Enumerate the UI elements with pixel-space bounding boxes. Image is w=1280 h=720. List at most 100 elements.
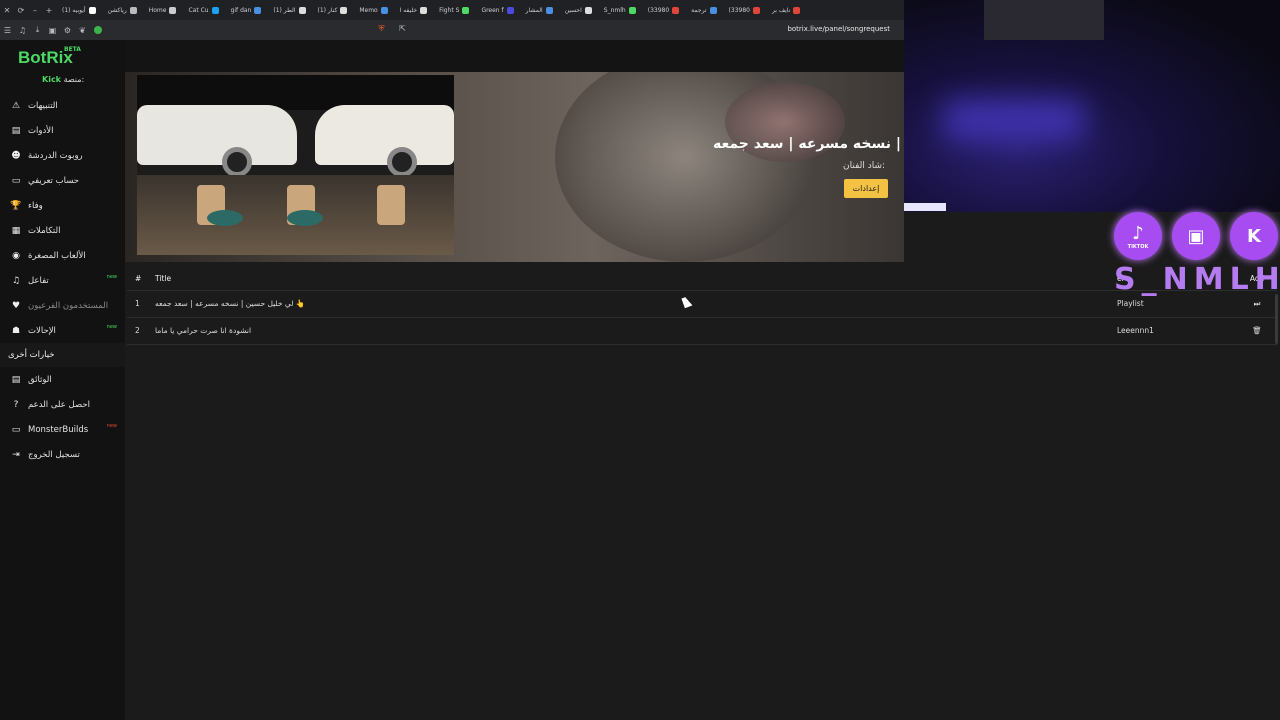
row-number: 2	[127, 317, 155, 345]
sidebar-item[interactable]: ☻ روبوت الدردشة	[0, 143, 125, 168]
help-icon: ?	[13, 399, 19, 410]
download-icon[interactable]: ⤓	[30, 25, 45, 35]
sidebar-item[interactable]: ☗ الإحالات new	[0, 318, 125, 343]
status-dot-icon	[94, 26, 102, 34]
cover-cushion	[287, 210, 323, 226]
sidebar-item-label: الإحالات	[28, 325, 56, 336]
platform-indicator: Kick منصة:	[42, 75, 84, 84]
settings-button[interactable]: إعدادات	[844, 179, 888, 198]
browser-tab[interactable]: Cat Cu	[182, 0, 224, 20]
sidebar-item[interactable]: ♥ المستخدمون الفرعيون	[0, 293, 125, 318]
browser-tab[interactable]: المشار	[520, 0, 559, 20]
sidebar-item[interactable]: ▭ حساب تعريفي	[0, 168, 125, 193]
browser-tab[interactable]: نايف بر	[766, 0, 806, 20]
browser-tab[interactable]: ترجمة	[685, 0, 722, 20]
sidebar-item-label: الألعاب المصغرة	[28, 250, 86, 261]
browser-tab[interactable]: Home	[143, 0, 183, 20]
menu-icon[interactable]: ☰	[0, 26, 15, 35]
robot-icon: ☻	[11, 150, 21, 161]
sidebar-item[interactable]: ♫ تفاعل new	[0, 268, 125, 293]
tab-favicon-icon	[129, 6, 137, 14]
sidebar-item[interactable]: ? احصل على الدعم	[0, 392, 125, 417]
new-tab-icon[interactable]: +	[42, 6, 56, 15]
browser-tab[interactable]: خليفه ا	[394, 0, 433, 20]
sidebar-item[interactable]: 🏆 وفاء	[0, 193, 125, 218]
sidebar-item-label: حساب تعريفي	[28, 175, 80, 186]
browser-tab[interactable]: (1) الطر	[267, 0, 311, 20]
browser-tab[interactable]: (33980	[723, 0, 766, 20]
sidebar-item-label: احصل على الدعم	[28, 399, 90, 410]
webcam-light	[904, 203, 946, 211]
share-icon[interactable]: ⇱	[395, 24, 410, 34]
browser-tab-label: (1) كنار	[317, 6, 338, 14]
tab-favicon-icon	[211, 6, 219, 14]
close-window-icon[interactable]: ✕	[0, 6, 14, 15]
browser-tab[interactable]: (33980	[642, 0, 685, 20]
sidebar-item[interactable]: ⇥ تسجيل الخروج	[0, 442, 125, 467]
tab-favicon-icon	[584, 6, 592, 14]
sidebar-item[interactable]: ▤ الأدوات	[0, 118, 125, 143]
sidebar-item-label: التنبيهات	[28, 100, 58, 111]
docs-icon: ▤	[11, 374, 21, 385]
browser-tab-label: رياكشن	[107, 6, 127, 14]
tab-favicon-icon	[793, 6, 801, 14]
browser-tab[interactable]: Green f	[475, 0, 519, 20]
cover-wheel	[222, 147, 252, 177]
sidebar-item[interactable]: ▭ MonsterBuilds new	[0, 417, 125, 442]
sidebar-item[interactable]: ⚠ التنبيهات	[0, 93, 125, 118]
column-header-number: #	[127, 268, 155, 291]
extension-icon[interactable]: ⚙	[60, 26, 75, 35]
browser-tab-label: أيوبيه (1)	[62, 6, 86, 14]
browser-tab-label: Memo	[359, 6, 378, 14]
browser-tab[interactable]: (1) كنار	[312, 0, 354, 20]
beta-badge: BETA	[64, 46, 81, 53]
song-title: لي خليل حسين | نسخه مسرعه | سعد جمعه 👆	[155, 290, 1117, 318]
sidebar-item[interactable]: ▤ الوثائق	[0, 367, 125, 392]
browser-tab[interactable]: Memo	[353, 0, 393, 20]
sidebar-item-label: وفاء	[28, 200, 43, 211]
browser-tab[interactable]: أيوبيه (1)	[56, 0, 102, 20]
tab-favicon-icon	[752, 6, 760, 14]
sidebar-item-label: MonsterBuilds	[28, 424, 89, 435]
browser-tab-label: نايف بر	[771, 6, 791, 14]
sidebar-item[interactable]: ▦ التكاملات	[0, 218, 125, 243]
tab-favicon-icon	[709, 6, 717, 14]
tab-favicon-icon	[506, 6, 514, 14]
browser-tab-label: (33980	[647, 6, 670, 14]
browser-tab-label: ترجمة	[691, 6, 707, 14]
browser-tab-label: gif dan	[230, 6, 252, 14]
queue-scrollbar[interactable]	[1275, 294, 1278, 344]
now-playing-title: ن | نسخه مسرعه | سعد جمعه	[713, 136, 904, 152]
tab-favicon-icon	[169, 6, 177, 14]
delete-icon[interactable]: 🗑	[1237, 317, 1277, 345]
leaf-icon[interactable]: ❦	[75, 26, 90, 35]
sidebar-item[interactable]: ◉ الألعاب المصغرة	[0, 243, 125, 268]
platform-label: منصة:	[63, 75, 85, 84]
browser-tab[interactable]: S_nmlh	[598, 0, 642, 20]
column-header-title: Title	[155, 268, 1117, 291]
browser-tab[interactable]: gif dan	[225, 0, 268, 20]
table-row[interactable]: 2 انشودة انا صرت حرامي يا ماما Leeennn1 🗑	[127, 317, 1277, 345]
kick-icon: K	[1230, 212, 1278, 260]
tab-favicon-icon	[545, 6, 553, 14]
browser-tab[interactable]: Fight S	[433, 0, 475, 20]
album-cover-image	[137, 75, 454, 255]
tab-favicon-icon	[672, 6, 680, 14]
music-note-icon[interactable]: ♫	[15, 26, 30, 35]
tab-favicon-icon	[462, 6, 470, 14]
brave-shield-icon[interactable]: ⛨	[374, 24, 389, 34]
integrations-icon: ▦	[11, 225, 21, 236]
sidebar-item-label: التكاملات	[28, 225, 61, 236]
platform-value: Kick	[42, 75, 62, 84]
tab-favicon-icon	[628, 6, 636, 14]
url-field[interactable]: botrix.live/panel/songrequest	[787, 25, 890, 33]
cover-car-left	[137, 105, 297, 165]
table-row[interactable]: 1 لي خليل حسين | نسخه مسرعه | سعد جمعه 👆 P…	[127, 290, 1277, 318]
reload-icon[interactable]: ⟳	[14, 6, 28, 15]
minimize-icon[interactable]: –	[28, 6, 42, 15]
picture-in-picture-icon[interactable]: ▣	[45, 26, 60, 35]
laptop-icon: ▭	[11, 424, 21, 435]
browser-tab[interactable]: احسين	[559, 0, 598, 20]
browser-tab[interactable]: رياكشن	[102, 0, 143, 20]
sidebar-nav: ⚠ التنبيهات ▤ الأدوات ☻ روبوت الدردشة ▭ حساب تع…	[0, 93, 125, 467]
